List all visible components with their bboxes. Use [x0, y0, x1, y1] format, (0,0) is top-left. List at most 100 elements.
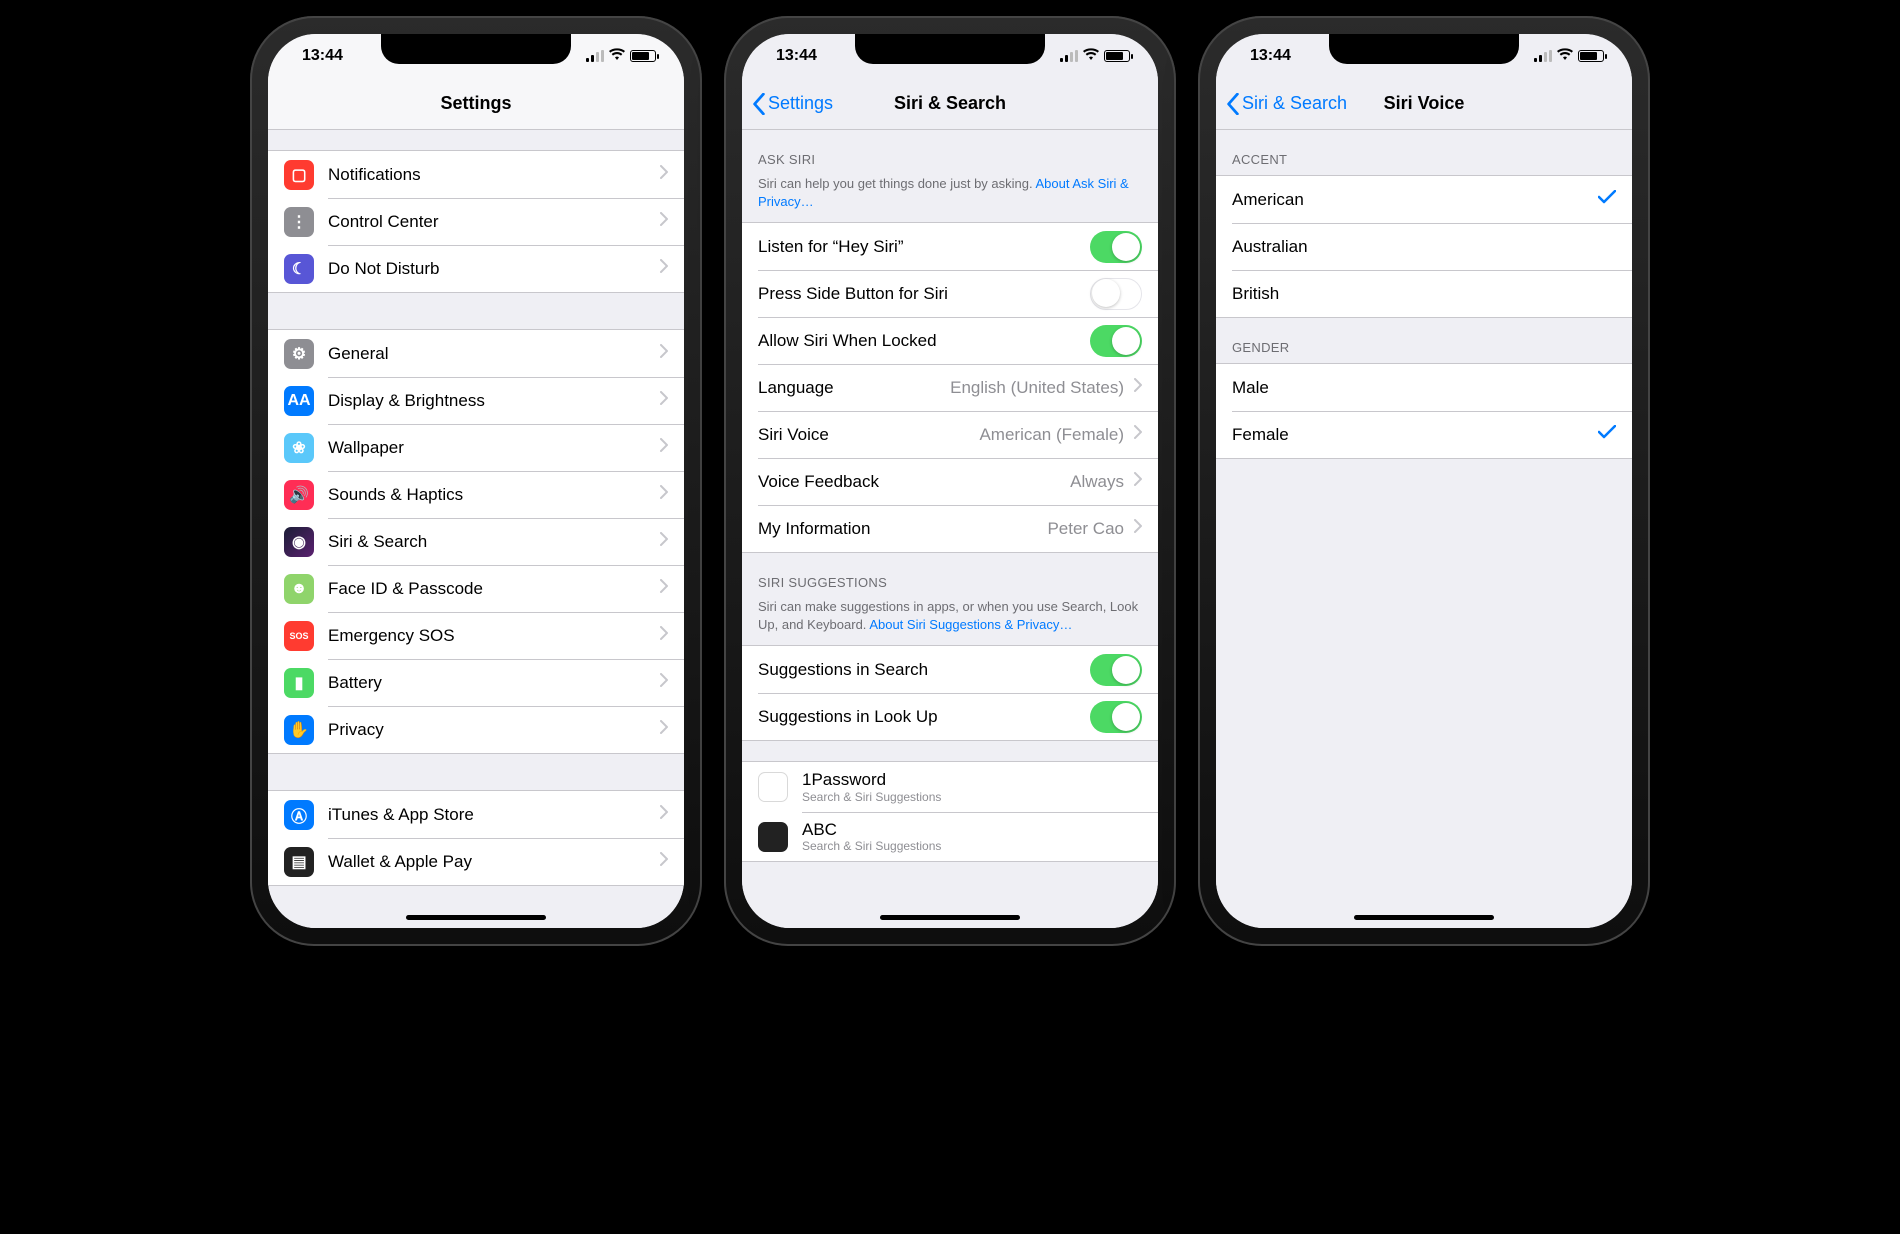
row-siri-search[interactable]: ◉ Siri & Search [268, 518, 684, 565]
chevron-right-icon [1134, 425, 1142, 444]
wifi-icon [1557, 47, 1573, 65]
notch [381, 34, 571, 64]
section-header-siri-suggestions: SIRI SUGGESTIONS [742, 553, 1158, 598]
gender-option-male[interactable]: Male [1216, 364, 1632, 411]
control-center-icon: ⋮ [284, 207, 314, 237]
itunes-app-store-icon: Ⓐ [284, 800, 314, 830]
chevron-right-icon [660, 579, 668, 598]
checkmark-icon [1598, 425, 1616, 444]
status-time: 13:44 [776, 47, 817, 65]
page-title: Settings [440, 93, 511, 114]
page-title: Siri & Search [894, 93, 1006, 114]
back-button[interactable]: Siri & Search [1226, 78, 1347, 129]
row-battery[interactable]: ▮Battery [268, 659, 684, 706]
option-label: Australian [1232, 237, 1308, 257]
row-label: Siri & Search [328, 532, 427, 552]
row-label: Wallpaper [328, 438, 404, 458]
row-label: Privacy [328, 720, 384, 740]
section-header-ask-siri: ASK SIRI [742, 130, 1158, 175]
row-label: Notifications [328, 165, 421, 185]
sounds-haptics-icon: 🔊 [284, 480, 314, 510]
back-button[interactable]: Settings [752, 78, 833, 129]
home-indicator[interactable] [880, 915, 1020, 920]
chevron-right-icon [660, 344, 668, 363]
row-allow-siri-locked[interactable]: Allow Siri When Locked [742, 317, 1158, 364]
row-label: Display & Brightness [328, 391, 485, 411]
row-label: Do Not Disturb [328, 259, 439, 279]
option-label: American [1232, 190, 1304, 210]
row-wallpaper[interactable]: ❀ Wallpaper [268, 424, 684, 471]
row-itunes-app-store[interactable]: ⒶiTunes & App Store [268, 791, 684, 838]
row-sounds-haptics[interactable]: 🔊 Sounds & Haptics [268, 471, 684, 518]
toggle-allow-siri-locked[interactable] [1090, 325, 1142, 357]
wallpaper-icon: ❀ [284, 433, 314, 463]
row-voice-feedback[interactable]: Voice Feedback Always [742, 458, 1158, 505]
notch [855, 34, 1045, 64]
row-siri-voice[interactable]: Siri Voice American (Female) [742, 411, 1158, 458]
toggle-suggestions-search[interactable] [1090, 654, 1142, 686]
chevron-right-icon [660, 259, 668, 278]
siri-suggestions-privacy-link[interactable]: About Siri Suggestions & Privacy… [869, 617, 1072, 632]
wifi-icon [1083, 47, 1099, 65]
row-suggestions-search[interactable]: Suggestions in Search [742, 646, 1158, 693]
row-do-not-disturb[interactable]: ☾ Do Not Disturb [268, 245, 684, 292]
row-wallet-apple-pay[interactable]: ▤Wallet & Apple Pay [268, 838, 684, 885]
general-icon: ⚙ [284, 339, 314, 369]
row-control-center[interactable]: ⋮ Control Center [268, 198, 684, 245]
row-label: General [328, 344, 388, 364]
do-not-disturb-icon: ☾ [284, 254, 314, 284]
toggle-press-side-button[interactable] [1090, 278, 1142, 310]
row-language[interactable]: Language English (United States) [742, 364, 1158, 411]
row-general[interactable]: ⚙ General [268, 330, 684, 377]
row-label: Sounds & Haptics [328, 485, 463, 505]
row-notifications[interactable]: ▢ Notifications [268, 151, 684, 198]
wallet-apple-pay-icon: ▤ [284, 847, 314, 877]
notch [1329, 34, 1519, 64]
row-label: iTunes & App Store [328, 805, 474, 825]
chevron-right-icon [660, 673, 668, 692]
signal-icon [586, 50, 604, 62]
signal-icon [1060, 50, 1078, 62]
chevron-right-icon [660, 720, 668, 739]
siri-search-icon: ◉ [284, 527, 314, 557]
accent-option-australian[interactable]: Australian [1216, 223, 1632, 270]
option-label: Male [1232, 378, 1269, 398]
section-footer-ask-siri: Siri can help you get things done just b… [742, 175, 1158, 222]
battery-icon [1578, 50, 1604, 62]
accent-option-british[interactable]: British [1216, 270, 1632, 317]
section-footer-siri-suggestions: Siri can make suggestions in apps, or wh… [742, 598, 1158, 645]
navbar: Settings [268, 78, 684, 130]
row-suggestions-lookup[interactable]: Suggestions in Look Up [742, 693, 1158, 740]
battery-icon [630, 50, 656, 62]
back-label: Siri & Search [1242, 93, 1347, 114]
row-emergency-sos[interactable]: SOSEmergency SOS [268, 612, 684, 659]
status-time: 13:44 [302, 47, 343, 65]
app-row-abc[interactable]: ABCSearch & Siri Suggestions [742, 812, 1158, 862]
navbar: Settings Siri & Search [742, 78, 1158, 130]
accent-option-american[interactable]: American [1216, 176, 1632, 223]
signal-icon [1534, 50, 1552, 62]
toggle-listen-hey-siri[interactable] [1090, 231, 1142, 263]
wifi-icon [609, 47, 625, 65]
toggle-suggestions-lookup[interactable] [1090, 701, 1142, 733]
app-row-1password[interactable]: 1PasswordSearch & Siri Suggestions [742, 762, 1158, 812]
home-indicator[interactable] [406, 915, 546, 920]
row-my-information[interactable]: My Information Peter Cao [742, 505, 1158, 552]
row-press-side-button[interactable]: Press Side Button for Siri [742, 270, 1158, 317]
row-label: Control Center [328, 212, 439, 232]
app-name: ABC [802, 820, 941, 840]
notifications-icon: ▢ [284, 160, 314, 190]
battery-icon [1104, 50, 1130, 62]
row-privacy[interactable]: ✋ Privacy [268, 706, 684, 753]
chevron-right-icon [660, 165, 668, 184]
battery-icon: ▮ [284, 668, 314, 698]
row-display-brightness[interactable]: AADisplay & Brightness [268, 377, 684, 424]
chevron-right-icon [660, 626, 668, 645]
privacy-icon: ✋ [284, 715, 314, 745]
row-label: Face ID & Passcode [328, 579, 483, 599]
row-listen-hey-siri[interactable]: Listen for “Hey Siri” [742, 223, 1158, 270]
row-face-id-passcode[interactable]: ☻Face ID & Passcode [268, 565, 684, 612]
checkmark-icon [1598, 190, 1616, 209]
gender-option-female[interactable]: Female [1216, 411, 1632, 458]
home-indicator[interactable] [1354, 915, 1494, 920]
